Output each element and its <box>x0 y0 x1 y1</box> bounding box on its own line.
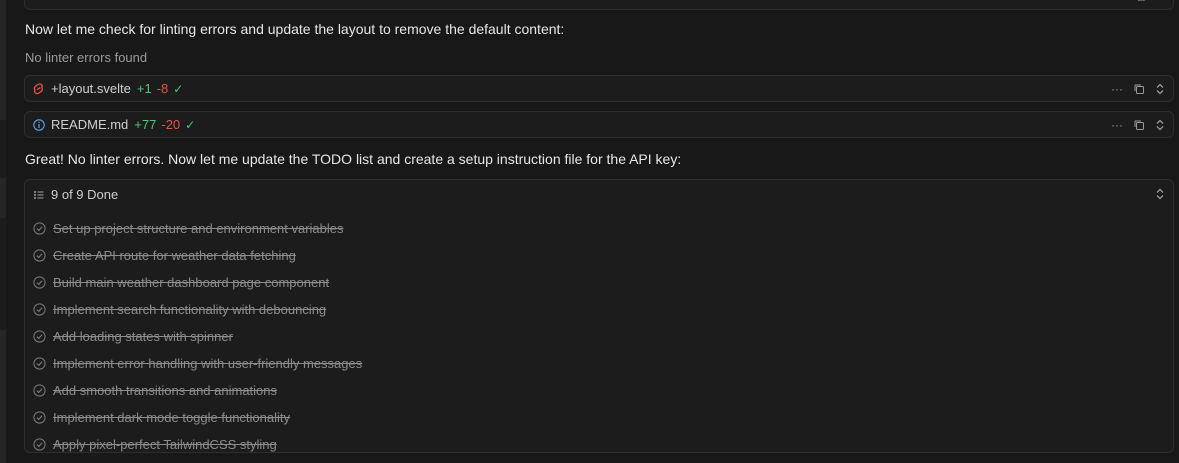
todo-text: Add loading states with spinner <box>53 329 233 344</box>
expand-collapse-icon[interactable] <box>1155 119 1165 131</box>
todo-item: Build main weather dashboard page compon… <box>33 269 362 296</box>
previous-file-row[interactable]: ⧉ ⌃ <box>24 0 1174 10</box>
check-circle-icon <box>33 222 46 235</box>
info-icon <box>33 118 45 131</box>
expand-collapse-icon[interactable] <box>1155 188 1165 200</box>
tool-result-text: No linter errors found <box>25 50 148 65</box>
more-options-icon[interactable]: ··· <box>1111 83 1123 95</box>
todo-list-card: 9 of 9 Done Set up project structure and… <box>24 179 1174 453</box>
lines-added: +1 <box>136 81 152 96</box>
file-change-row[interactable]: README.md +77 -20 ✓ ··· <box>24 111 1174 138</box>
check-circle-icon <box>33 384 46 397</box>
expand-icon[interactable]: ⌃ <box>1155 0 1165 3</box>
todo-text: Apply pixel-perfect TailwindCSS styling <box>53 437 277 452</box>
todo-item: Apply pixel-perfect TailwindCSS styling <box>33 431 362 458</box>
todo-item: Implement search functionality with debo… <box>33 296 362 323</box>
todo-title: 9 of 9 Done <box>51 187 119 202</box>
todo-text: Add smooth transitions and animations <box>53 383 278 398</box>
check-circle-icon <box>33 249 46 262</box>
file-change-row[interactable]: +layout.svelte +1 -8 ✓ ··· <box>24 75 1174 102</box>
checklist-icon <box>33 189 45 201</box>
svelte-icon <box>33 82 45 95</box>
todo-item: Implement dark mode toggle functionality <box>33 404 362 431</box>
todo-items: Set up project structure and environment… <box>33 215 362 458</box>
lines-added: +77 <box>134 117 157 132</box>
more-options-icon[interactable]: ··· <box>1111 119 1123 131</box>
todo-item: Add loading states with spinner <box>33 323 362 350</box>
assistant-message: Great! No linter errors. Now let me upda… <box>25 151 682 167</box>
check-circle-icon <box>33 303 46 316</box>
todo-item: Implement error handling with user-frien… <box>33 350 362 377</box>
lines-removed: -20 <box>161 117 181 132</box>
check-circle-icon <box>33 438 46 451</box>
file-name: README.md <box>51 117 129 132</box>
copy-icon[interactable] <box>1133 83 1145 95</box>
copy-icon[interactable]: ⧉ <box>1136 0 1145 3</box>
check-circle-icon <box>33 411 46 424</box>
assistant-message: Now let me check for linting errors and … <box>25 21 565 37</box>
lines-removed: -8 <box>156 81 169 96</box>
checkmark-icon: ✓ <box>173 81 184 96</box>
todo-text: Create API route for weather data fetchi… <box>53 248 296 263</box>
expand-collapse-icon[interactable] <box>1155 83 1165 95</box>
todo-item: Create API route for weather data fetchi… <box>33 242 362 269</box>
todo-item: Add smooth transitions and animations <box>33 377 362 404</box>
left-gutter <box>0 0 6 463</box>
todo-item: Set up project structure and environment… <box>33 215 362 242</box>
todo-text: Build main weather dashboard page compon… <box>53 275 330 290</box>
todo-text: Implement search functionality with debo… <box>53 302 327 317</box>
todo-header[interactable]: 9 of 9 Done <box>33 187 118 202</box>
file-name: +layout.svelte <box>51 81 131 96</box>
todo-text: Set up project structure and environment… <box>53 221 344 236</box>
check-circle-icon <box>33 276 46 289</box>
check-circle-icon <box>33 330 46 343</box>
copy-icon[interactable] <box>1133 119 1145 131</box>
todo-text: Implement dark mode toggle functionality <box>53 410 291 425</box>
todo-text: Implement error handling with user-frien… <box>53 356 363 371</box>
check-circle-icon <box>33 357 46 370</box>
checkmark-icon: ✓ <box>185 117 196 132</box>
